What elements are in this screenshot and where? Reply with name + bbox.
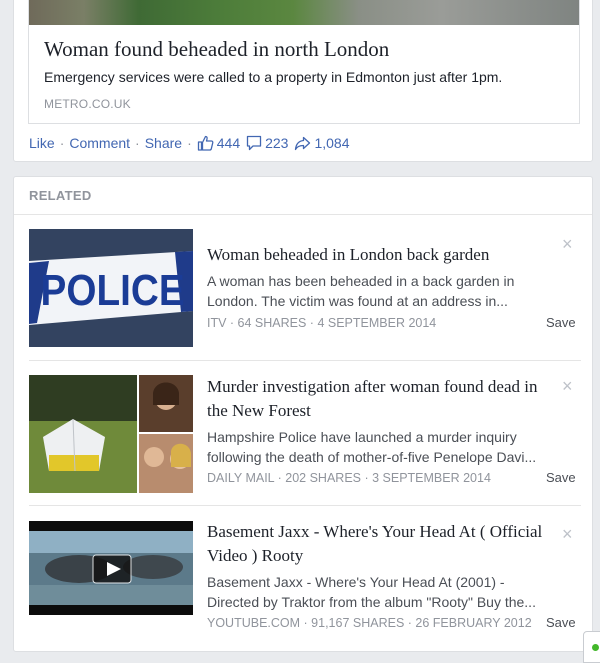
divider bbox=[29, 360, 581, 361]
share-link[interactable]: Share bbox=[145, 135, 182, 151]
post-actions-bar: Like · Comment · Share · 444 223 1,084 bbox=[29, 135, 356, 151]
related-thumbnail-forest-scene[interactable] bbox=[29, 375, 193, 493]
save-button[interactable]: Save bbox=[546, 470, 576, 485]
comment-bubble-icon[interactable] bbox=[246, 135, 262, 151]
close-icon[interactable]: × bbox=[562, 377, 573, 395]
comment-link[interactable]: Comment bbox=[69, 135, 130, 151]
save-button[interactable]: Save bbox=[546, 615, 576, 630]
related-item-title[interactable]: Murder investigation after woman found d… bbox=[207, 375, 552, 423]
related-item-meta: ITV · 64 SHARES · 4 SEPTEMBER 2014 bbox=[207, 316, 437, 330]
related-item-description: A woman has been beheaded in a back gard… bbox=[207, 273, 515, 309]
thumbs-up-icon[interactable] bbox=[197, 135, 214, 151]
police-tape-text: POLICE bbox=[41, 265, 185, 315]
comments-count[interactable]: 223 bbox=[265, 135, 288, 151]
link-domain: METRO.CO.UK bbox=[44, 97, 131, 111]
related-item-meta: DAILY MAIL · 202 SHARES · 3 SEPTEMBER 20… bbox=[207, 471, 491, 485]
link-title[interactable]: Woman found beheaded in north London bbox=[44, 37, 389, 62]
separator-dot: · bbox=[135, 135, 140, 151]
related-thumbnail-police-tape[interactable]: POLICE bbox=[29, 229, 193, 347]
close-icon[interactable]: × bbox=[562, 235, 573, 253]
related-header: RELATED bbox=[14, 177, 592, 215]
close-icon[interactable]: × bbox=[562, 525, 573, 543]
post-card: Woman found beheaded in north London Eme… bbox=[13, 0, 593, 162]
related-item-description: Hampshire Police have launched a murder … bbox=[207, 429, 537, 465]
shares-count[interactable]: 1,084 bbox=[314, 135, 349, 151]
related-card: RELATED POLICE Woman beheaded in London … bbox=[13, 176, 593, 652]
link-preview[interactable]: Woman found beheaded in north London Eme… bbox=[28, 0, 580, 124]
related-item-title[interactable]: Basement Jaxx - Where's Your Head At ( O… bbox=[207, 520, 552, 568]
separator-dot: · bbox=[59, 135, 65, 151]
related-item-meta: YOUTUBE.COM · 91,167 SHARES · 26 FEBRUAR… bbox=[207, 616, 532, 630]
like-link[interactable]: Like bbox=[29, 135, 55, 151]
related-item-description: Basement Jaxx - Where's Your Head At (20… bbox=[207, 574, 536, 610]
separator-dot: · bbox=[187, 135, 192, 151]
divider bbox=[29, 505, 581, 506]
likes-count[interactable]: 444 bbox=[217, 135, 240, 151]
related-label: RELATED bbox=[29, 188, 92, 203]
save-button[interactable]: Save bbox=[546, 315, 576, 330]
share-arrow-icon[interactable] bbox=[294, 136, 311, 151]
link-preview-image[interactable] bbox=[29, 0, 579, 25]
link-description: Emergency services were called to a prop… bbox=[44, 69, 503, 85]
related-thumbnail-video[interactable] bbox=[29, 521, 193, 615]
related-item-title[interactable]: Woman beheaded in London back garden bbox=[207, 243, 552, 267]
chat-online-icon[interactable] bbox=[583, 631, 600, 663]
